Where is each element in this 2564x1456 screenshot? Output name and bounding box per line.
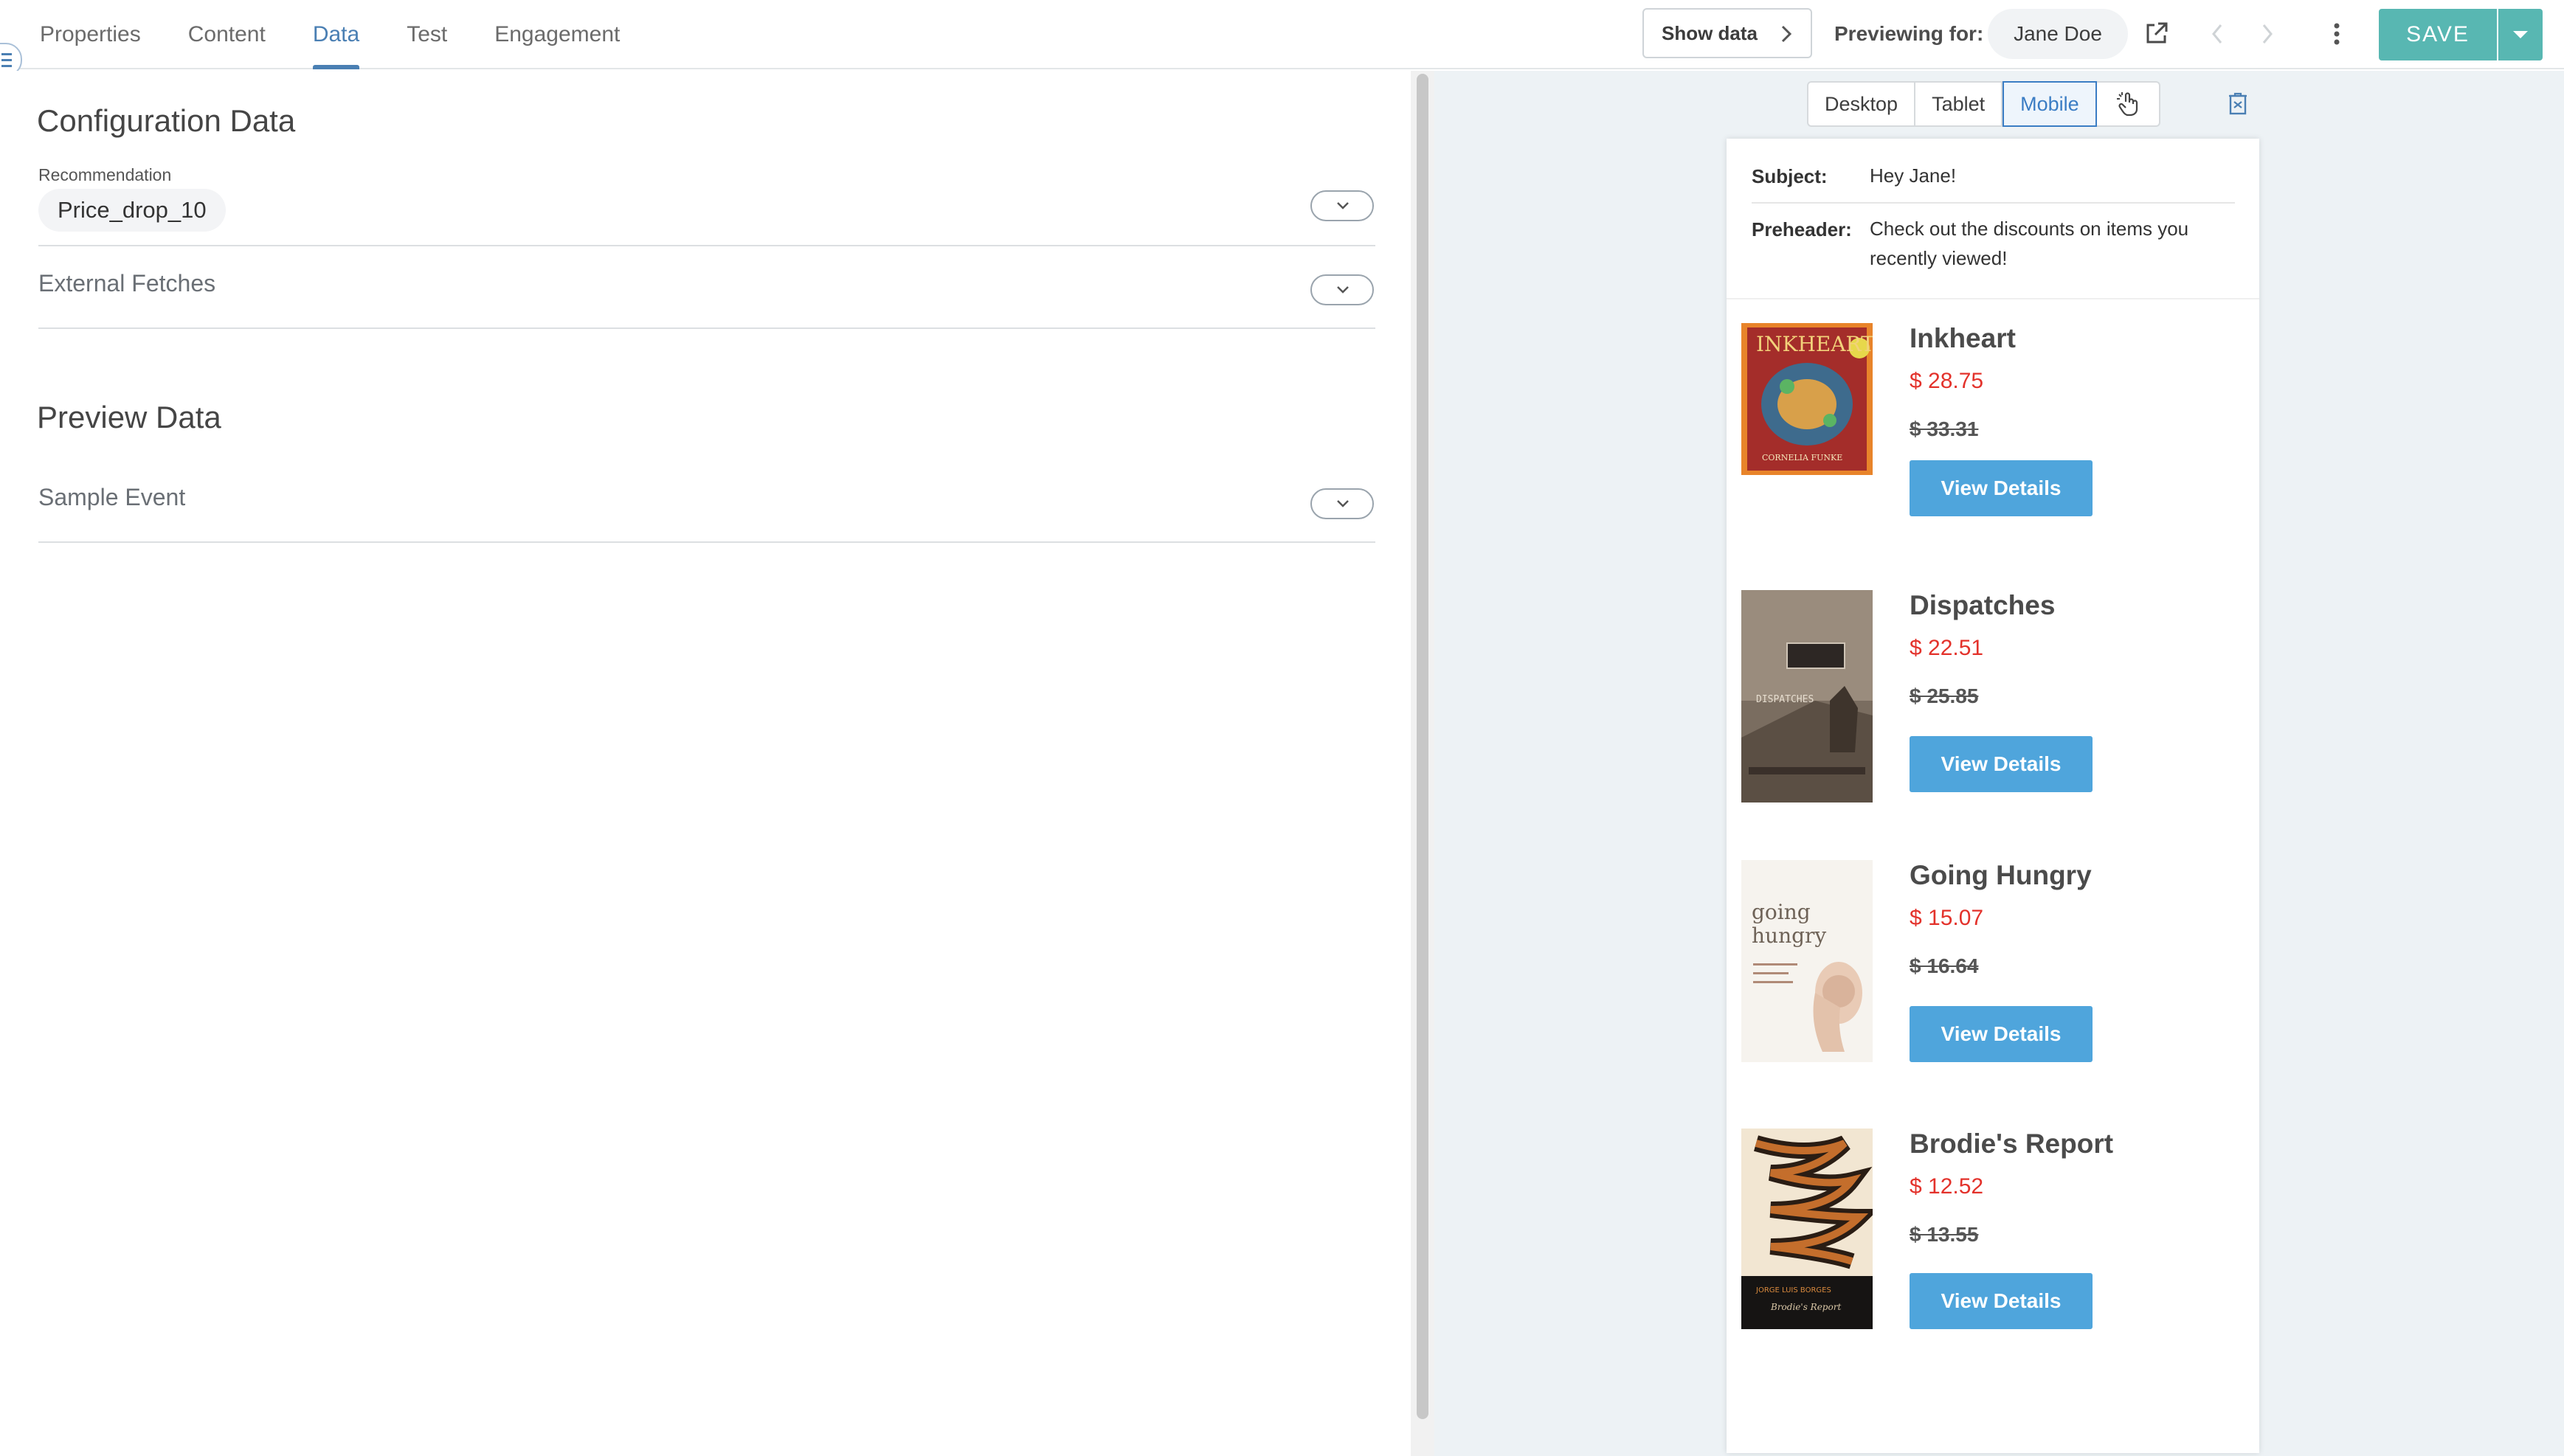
show-data-label: Show data [1662,21,1758,44]
chevron-down-icon [1337,202,1349,209]
tab-data[interactable]: Data [312,0,360,69]
product-original-price: $ 25.85 [1910,684,1979,707]
chevron-down-icon [1337,286,1349,294]
cover-title-text: INKHEART [1756,332,1873,356]
open-external-icon[interactable] [2144,21,2169,46]
interactive-preview-button[interactable] [2097,83,2159,125]
device-mobile-button[interactable]: Mobile [2003,81,2097,127]
preview-data-title: Preview Data [37,400,221,434]
cover-title-text: DISPATCHES [1756,694,1814,705]
external-fetches-expand-button[interactable] [1310,274,1374,305]
divider [1752,202,2235,204]
product-title: Going Hungry [1910,860,2092,890]
tab-content[interactable]: Content [188,0,266,69]
recommendation-expand-button[interactable] [1310,190,1374,221]
divider [38,327,1375,329]
product-original-price: $ 33.31 [1910,417,1979,440]
divider [1727,298,2259,299]
previous-arrow-icon[interactable] [2209,22,2225,46]
tab-test[interactable]: Test [407,0,447,69]
product-title: Dispatches [1910,590,2056,620]
product-title: Brodie's Report [1910,1129,2114,1159]
device-tablet-button[interactable]: Tablet [1915,83,2003,125]
preheader-key: Preheader: [1752,218,1852,240]
cover-author-text: JORGE LUIS BORGES [1755,1286,1831,1294]
sample-event-expand-button[interactable] [1310,488,1374,519]
device-toggle: Desktop Tablet Mobile [1807,81,2160,127]
preheader-value: Check out the discounts on items you rec… [1870,218,2189,269]
product-card: going hungry Going Hungry $ 15.07 $ 16.6… [1741,860,2250,1103]
tab-engagement[interactable]: Engagement [494,0,620,69]
data-panel: Configuration Data Recommendation Price_… [0,71,1411,1456]
app-root: Properties Content Data Test Engagement … [0,0,2564,1456]
persona-selector[interactable]: Jane Doe [1988,9,2128,59]
subject-value: Hey Jane! [1870,164,1957,187]
email-preview: Subject: Hey Jane! Preheader: Check out … [1727,139,2259,1453]
subject-key: Subject: [1752,165,1828,187]
book-cover-image[interactable]: going hungry [1741,860,1873,1062]
more-options-icon[interactable] [2332,22,2342,47]
configuration-data-title: Configuration Data [37,103,296,138]
product-title: Inkheart [1910,323,2016,353]
vertical-scrollbar[interactable] [1411,71,1434,1456]
view-details-button[interactable]: View Details [1910,736,2093,792]
save-button-group: SAVE [2379,9,2543,60]
product-card: JORGE LUIS BORGES Brodie's Report Brodie… [1741,1129,2250,1372]
book-cover-image[interactable]: INKHEART CORNELIA FUNKE [1741,323,1873,475]
hand-pointer-icon [2116,92,2138,117]
preview-panel: Desktop Tablet Mobile Subject: Hey Jane!… [1434,71,2564,1456]
book-cover-image[interactable]: JORGE LUIS BORGES Brodie's Report [1741,1129,1873,1329]
product-price: $ 15.07 [1910,906,1984,930]
chevron-down-icon [1337,500,1349,507]
recommendation-label: Recommendation [38,165,172,184]
cover-title-text: Brodie's Report [1770,1302,1841,1312]
tab-properties[interactable]: Properties [40,0,141,69]
view-details-button[interactable]: View Details [1910,1273,2093,1329]
product-original-price: $ 13.55 [1910,1223,1979,1246]
sample-event-label: Sample Event [38,484,186,510]
cover-title-text: hungry [1752,923,1826,948]
previewing-for-label: Previewing for: [1834,22,1984,45]
view-details-button[interactable]: View Details [1910,1006,2093,1062]
next-arrow-icon[interactable] [2259,22,2276,46]
product-price: $ 12.52 [1910,1174,1984,1199]
product-price: $ 22.51 [1910,636,1984,660]
scrollbar-thumb[interactable] [1417,74,1428,1419]
book-cover-image[interactable]: DISPATCHES [1741,590,1873,802]
divider [38,245,1375,246]
product-card: DISPATCHES Dispatches $ 22.51 $ 25.85 Vi… [1741,590,2250,833]
save-button[interactable]: SAVE [2379,9,2497,60]
chevron-right-icon [1781,25,1792,43]
show-data-button[interactable]: Show data [1642,8,1812,58]
external-fetches-label: External Fetches [38,270,216,297]
top-bar: Properties Content Data Test Engagement … [0,0,2564,69]
tab-bar: Properties Content Data Test Engagement [40,0,667,69]
product-original-price: $ 16.64 [1910,954,1979,977]
product-card: INKHEART CORNELIA FUNKE Inkheart $ 28.75… [1741,323,2250,566]
cover-author-text: CORNELIA FUNKE [1762,453,1842,462]
cover-title-text: going [1752,900,1811,924]
divider [38,541,1375,543]
device-desktop-button[interactable]: Desktop [1808,83,1916,125]
view-details-button[interactable]: View Details [1910,460,2093,516]
product-price: $ 28.75 [1910,369,1984,393]
recommendation-value[interactable]: Price_drop_10 [38,189,226,232]
save-dropdown-toggle[interactable] [2498,9,2543,60]
clear-preview-icon[interactable] [2227,91,2249,117]
